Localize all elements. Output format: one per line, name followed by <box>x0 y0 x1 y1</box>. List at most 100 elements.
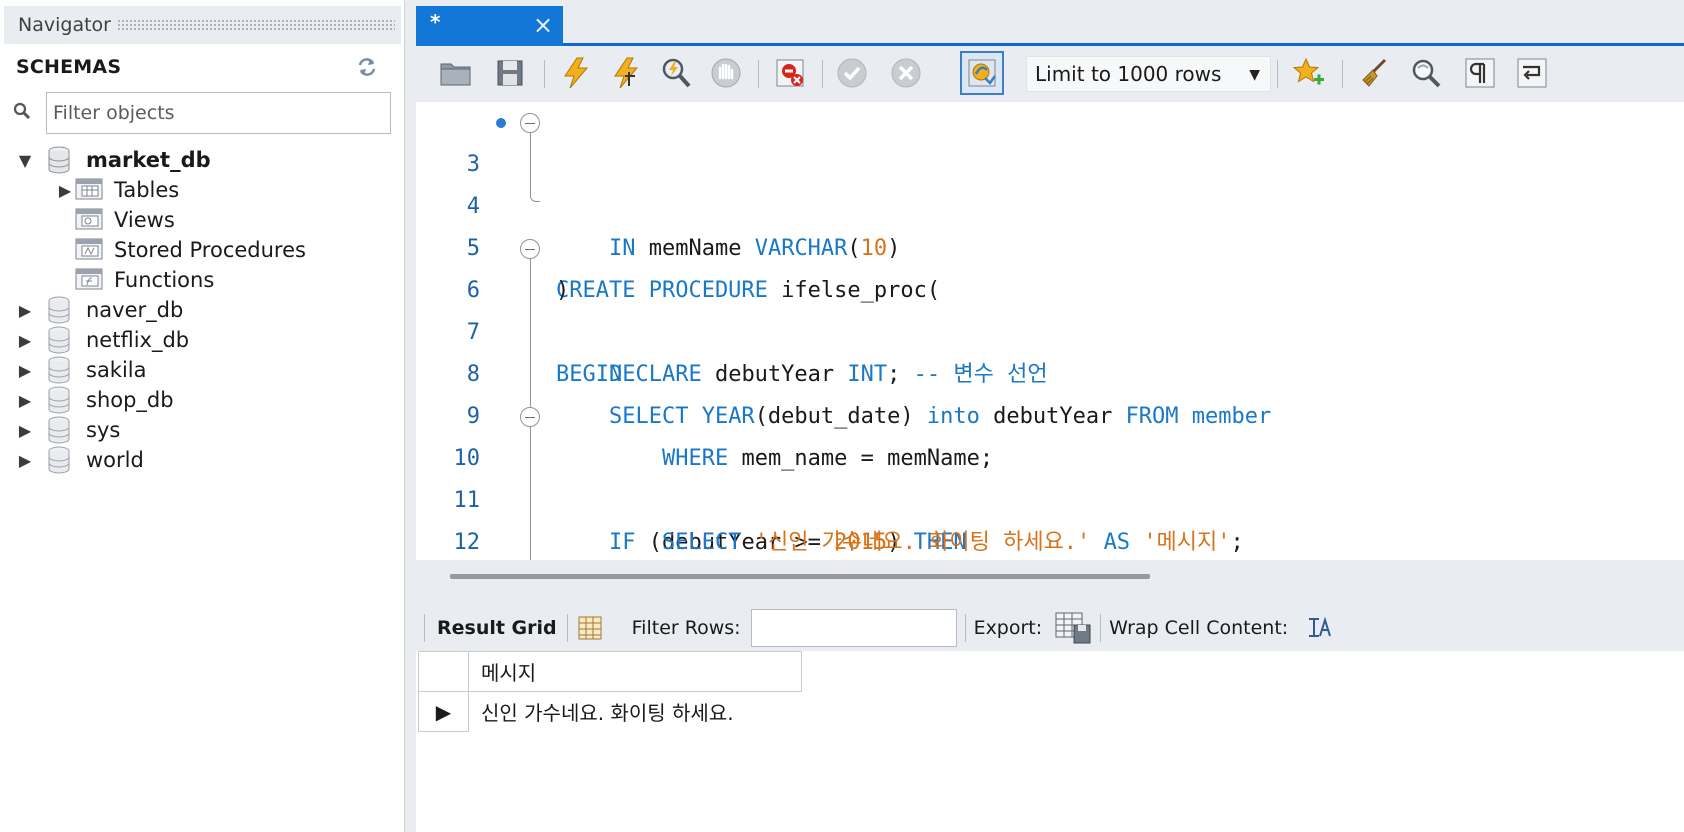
broom-icon <box>1362 58 1387 87</box>
collapsed-arrow-icon[interactable]: ▶ <box>16 330 34 350</box>
code-line-8: 8 SELECT YEAR(debut_date) into debutYear… <box>416 312 1684 429</box>
fold-toggle-icon[interactable] <box>520 113 540 133</box>
wrap-icon <box>1517 58 1547 88</box>
code-line-5: 5 ) <box>416 186 1684 303</box>
toolbar-separator <box>1277 60 1278 88</box>
collapsed-arrow-icon[interactable]: ▶ <box>16 300 34 320</box>
commit-button[interactable] <box>832 53 872 93</box>
stop-button[interactable] <box>706 53 746 93</box>
collapsed-arrow-icon[interactable]: ▶ <box>56 180 74 200</box>
schema-item-netflix-db[interactable]: ▶ netflix_db <box>16 325 189 355</box>
invisible-chars-button[interactable] <box>1460 53 1500 93</box>
open-file-button[interactable] <box>436 53 476 93</box>
filter-rows-input[interactable] <box>750 609 957 647</box>
database-icon <box>48 146 70 174</box>
tree-item-views[interactable]: Views <box>74 205 175 235</box>
save-button[interactable] <box>490 53 530 93</box>
panel-grip[interactable] <box>116 19 395 31</box>
schema-name: shop_db <box>86 388 174 412</box>
tree-item-tables[interactable]: ▶ Tables <box>56 175 179 205</box>
grid-icon[interactable] <box>576 614 604 642</box>
filter-objects-input[interactable] <box>46 92 391 134</box>
code-line-10: 10 IF (debutYear >= 2015) THEN <box>416 396 1684 555</box>
expanded-arrow-icon[interactable]: ▼ <box>16 150 34 170</box>
database-icon <box>48 416 70 444</box>
schema-item-naver-db[interactable]: ▶ naver_db <box>16 295 183 325</box>
database-icon <box>48 386 70 414</box>
refresh-icon[interactable] <box>354 56 380 78</box>
table-cell[interactable]: 신인 가수네요. 화이팅 하세요. <box>469 692 802 732</box>
database-icon <box>48 296 70 324</box>
fold-toggle-icon[interactable] <box>520 407 540 427</box>
tab-query[interactable]: * × <box>416 6 563 46</box>
close-icon[interactable]: × <box>530 12 556 38</box>
table-row[interactable]: ▶ 신인 가수네요. 화이팅 하세요. <box>418 691 802 732</box>
database-icon <box>48 446 70 474</box>
schema-item-market-db[interactable]: ▼ market_db <box>16 145 211 175</box>
rollback-button[interactable] <box>886 53 926 93</box>
explain-button[interactable] <box>656 53 696 93</box>
collapsed-arrow-icon[interactable]: ▶ <box>16 420 34 440</box>
lightning-icon <box>564 57 589 89</box>
tree-item-label: Stored Procedures <box>114 238 306 262</box>
result-toolbar: Result Grid Filter Rows: Export: Wrap Ce… <box>416 605 1684 651</box>
horizontal-scrollbar[interactable] <box>416 560 1684 580</box>
collapsed-arrow-icon[interactable]: ▶ <box>16 450 34 470</box>
tab-result-grid[interactable]: Result Grid <box>437 617 557 639</box>
star-plus-icon <box>1292 57 1324 85</box>
column-header[interactable]: 메시지 <box>468 651 802 692</box>
code-line-6: 6 BEGIN <box>416 228 1684 387</box>
chevron-down-icon: ▼ <box>1249 67 1260 83</box>
schema-item-sakila[interactable]: ▶ sakila <box>16 355 147 385</box>
tab-title: * <box>430 10 441 34</box>
export-icon[interactable] <box>1054 611 1094 645</box>
schema-item-world[interactable]: ▶ world <box>16 445 144 475</box>
beautify-button[interactable] <box>1354 53 1394 93</box>
tree-item-stored-procedures[interactable]: Stored Procedures <box>74 235 306 265</box>
schemas-label: SCHEMAS <box>16 56 122 78</box>
collapsed-arrow-icon[interactable]: ▶ <box>16 360 34 380</box>
export-label: Export: <box>973 617 1043 639</box>
limit-rows-select[interactable]: Limit to 1000 rows ▼ <box>1026 56 1271 92</box>
navigator-header: Navigator <box>4 6 401 44</box>
magnifier-icon <box>1412 59 1441 88</box>
sql-editor[interactable]: 3 CREATE PROCEDURE ifelse_proc( 4 IN mem… <box>416 102 1684 560</box>
view-folder-icon <box>75 208 103 230</box>
tree-item-functions[interactable]: Functions <box>74 265 214 295</box>
schema-item-sys[interactable]: ▶ sys <box>16 415 120 445</box>
function-folder-icon <box>75 268 103 290</box>
schema-item-shop-db[interactable]: ▶ shop_db <box>16 385 174 415</box>
sql-toolbar: Limit to 1000 rows ▼ <box>416 46 1684 102</box>
code-line-3: 3 CREATE PROCEDURE ifelse_proc( <box>416 102 1684 303</box>
schema-name: world <box>86 448 144 472</box>
toolbar-separator <box>964 614 966 642</box>
navigator-panel: Navigator SCHEMAS ▼ market_db ▶ Tables V… <box>0 0 405 832</box>
stop-hand-icon <box>711 58 741 88</box>
autocommit-toggle-button[interactable] <box>960 51 1004 95</box>
search-icon <box>12 101 34 123</box>
add-snippet-button[interactable] <box>1288 53 1328 93</box>
execute-button[interactable] <box>556 53 596 93</box>
word-wrap-button[interactable] <box>1512 53 1552 93</box>
cancel-x-icon <box>891 58 921 88</box>
scrollbar-thumb[interactable] <box>450 574 1150 579</box>
code-line-7: 7 DECLARE debutYear INT; -- 변수 선언 <box>416 270 1684 387</box>
find-button[interactable] <box>1406 53 1446 93</box>
execute-current-button[interactable] <box>606 53 646 93</box>
editor-tab-bar: * × <box>416 0 1684 46</box>
toolbar-separator <box>1100 614 1102 642</box>
wrap-cell-icon[interactable] <box>1306 614 1334 642</box>
table-folder-icon <box>75 178 103 200</box>
fold-toggle-icon[interactable] <box>520 239 540 259</box>
result-grid[interactable]: 메시지 ▶ 신인 가수네요. 화이팅 하세요. <box>416 651 1684 832</box>
toolbar-separator <box>1342 60 1343 88</box>
save-icon <box>497 60 523 86</box>
procedure-folder-icon <box>75 238 103 260</box>
error-stop-icon <box>776 59 804 87</box>
toolbar-separator <box>758 60 759 88</box>
schema-name: market_db <box>86 148 211 172</box>
schema-name: netflix_db <box>86 328 190 352</box>
toggle-error-button[interactable] <box>770 53 810 93</box>
code-line-12: 12 ELSE <box>416 480 1684 555</box>
collapsed-arrow-icon[interactable]: ▶ <box>16 390 34 410</box>
